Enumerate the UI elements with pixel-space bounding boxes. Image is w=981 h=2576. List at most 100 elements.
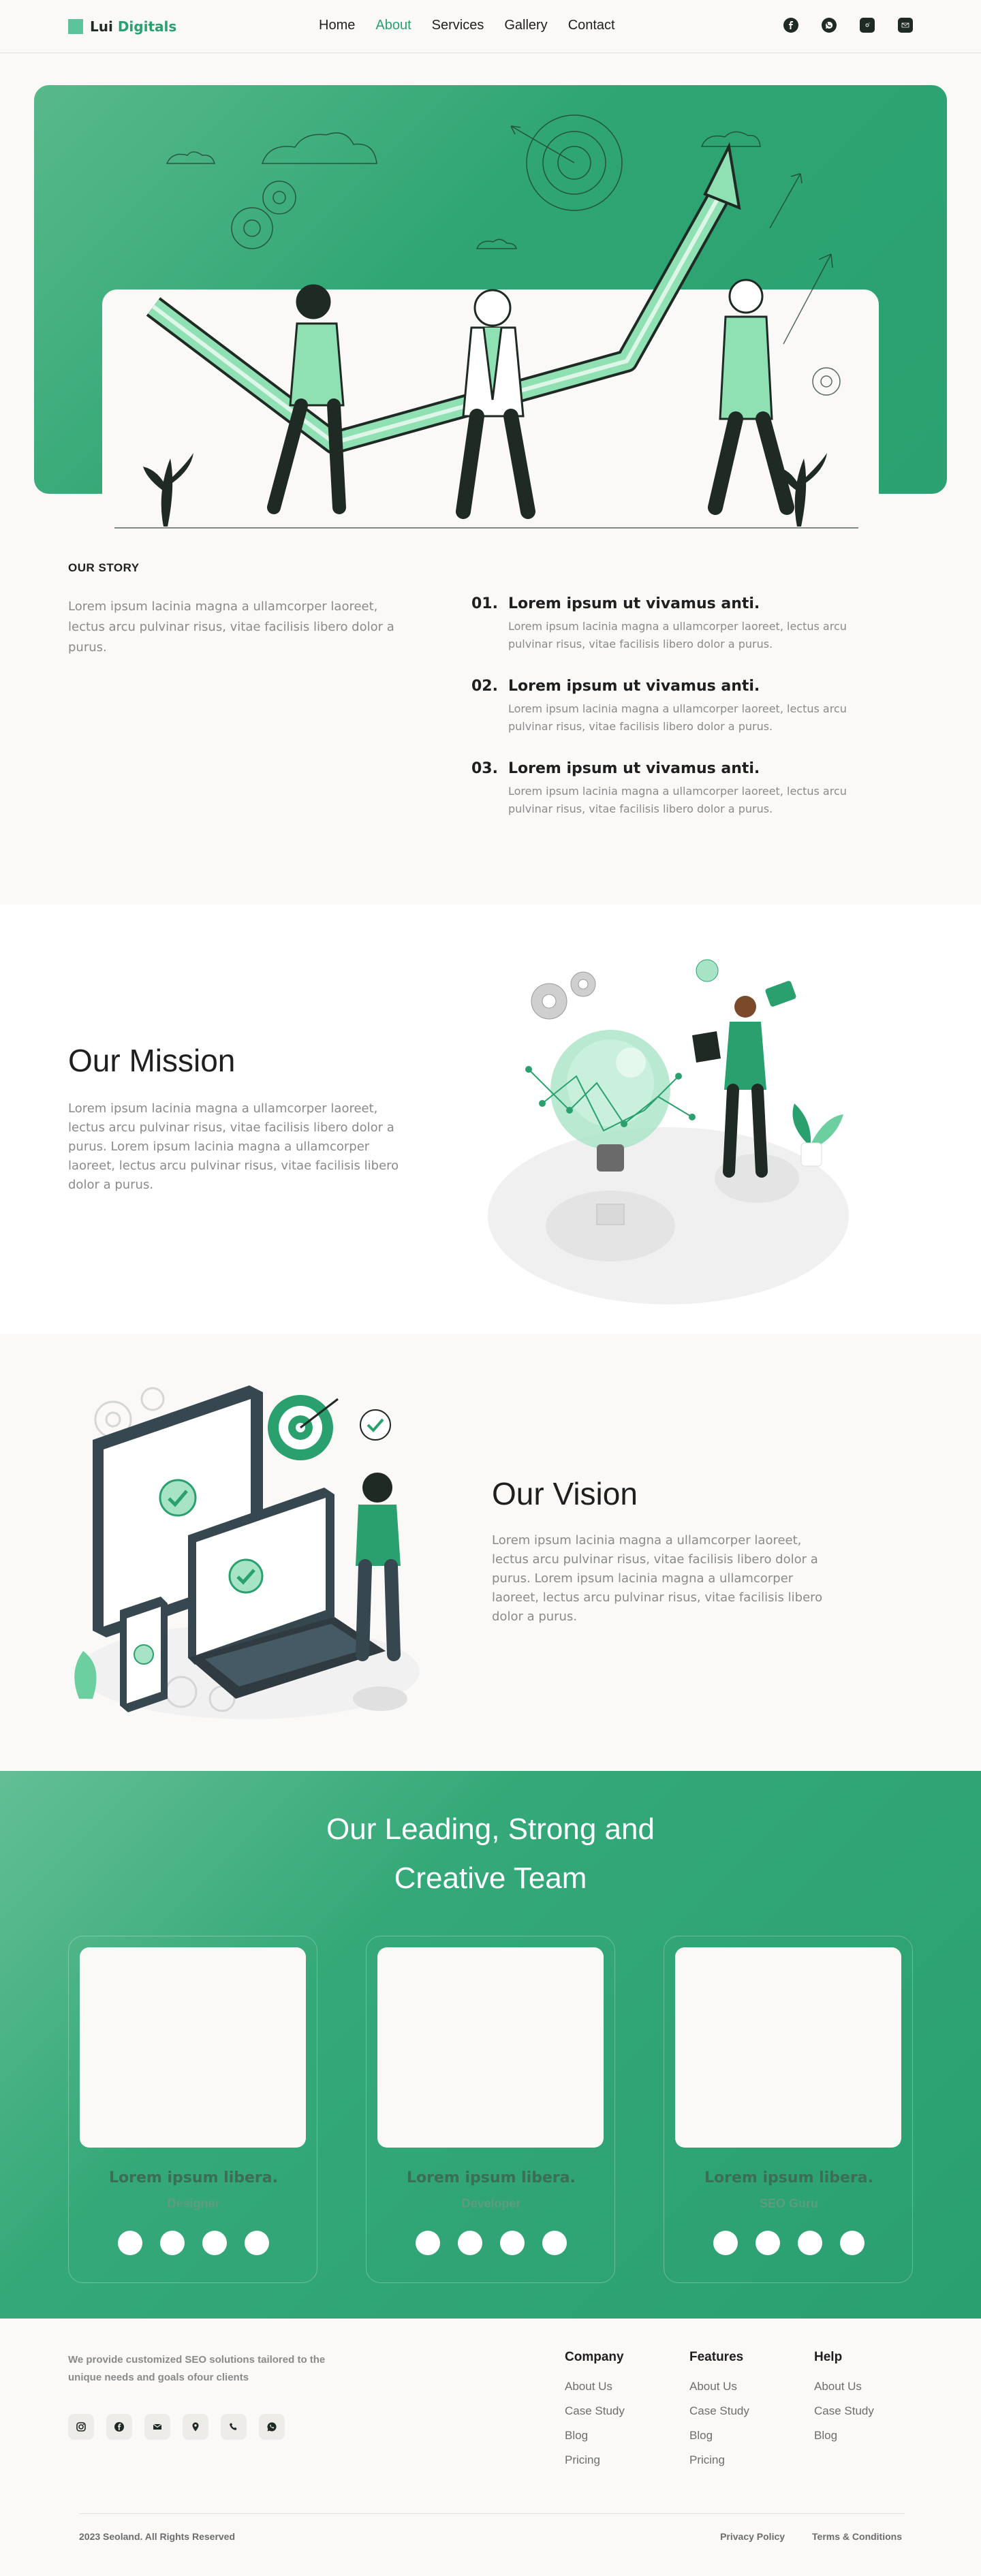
footer-copyright: 2023 Seoland. All Rights Reserved	[79, 2531, 236, 2542]
story-list: 01. Lorem ipsum ut vivamus anti. Lorem i…	[471, 595, 853, 843]
top-nav: Lui Digitals Home About Services Gallery…	[0, 0, 981, 53]
team-member-name: Lorem ipsum libera.	[704, 2169, 873, 2186]
story-item: 02. Lorem ipsum ut vivamus anti. Lorem i…	[471, 678, 853, 736]
footer-link[interactable]: Blog	[689, 2429, 749, 2443]
footer-divider	[79, 2513, 905, 2514]
devices-checkmark-illustration	[74, 1385, 420, 1719]
team-member-role: Developer	[461, 2197, 521, 2210]
story-item-body: Lorem ipsum lacinia magna a ullamcorper …	[508, 785, 847, 815]
story-item-title: Lorem ipsum ut vivamus anti.	[508, 678, 760, 695]
footer-link[interactable]: Case Study	[689, 2404, 749, 2418]
facebook-icon[interactable]	[783, 18, 798, 33]
mission-section: Our Mission Lorem ipsum lacinia magna a …	[0, 905, 981, 1334]
vision-section: Our Vision Lorem ipsum lacinia magna a u…	[0, 1334, 981, 1771]
footer-tagline: We provide customized SEO solutions tail…	[68, 2354, 326, 2383]
team-member-social	[118, 2231, 269, 2255]
mission-text: Lorem ipsum lacinia magna a ullamcorper …	[68, 1101, 399, 1192]
story-item-title: Lorem ipsum ut vivamus anti.	[508, 760, 760, 777]
footer-legal-links: Privacy Policy Terms & Conditions	[720, 2531, 902, 2542]
social-circle-icon[interactable]	[245, 2231, 269, 2255]
story-intro-text: Lorem ipsum lacinia magna a ullamcorper …	[68, 599, 394, 655]
team-section: Our Leading, Strong and Creative Team Lor…	[0, 1771, 981, 2319]
footer-column-help: Help About Us Case Study Blog	[814, 2350, 874, 2453]
team-member-name: Lorem ipsum libera.	[109, 2169, 278, 2186]
social-circle-icon[interactable]	[202, 2231, 227, 2255]
footer-link[interactable]: Blog	[814, 2429, 874, 2443]
story-item: 01. Lorem ipsum ut vivamus anti. Lorem i…	[471, 595, 853, 653]
team-member-name: Lorem ipsum libera.	[407, 2169, 576, 2186]
mission-title: Our Mission	[68, 1043, 236, 1078]
instagram-icon[interactable]	[68, 2414, 94, 2440]
footer-link[interactable]: Pricing	[565, 2453, 625, 2467]
logo-text-suffix: Digitals	[117, 18, 177, 35]
social-circle-icon[interactable]	[542, 2231, 567, 2255]
story-item: 03. Lorem ipsum ut vivamus anti. Lorem i…	[471, 760, 853, 818]
social-circle-icon[interactable]	[160, 2231, 185, 2255]
story-item-body: Lorem ipsum lacinia magna a ullamcorper …	[508, 620, 847, 650]
footer-column-features: Features About Us Case Study Blog Pricin…	[689, 2350, 749, 2478]
footer-column-title: Company	[565, 2350, 624, 2364]
team-card: Lorem ipsum libera. SEO Guru	[664, 1936, 913, 2283]
team-card: Lorem ipsum libera. Developer	[366, 1936, 615, 2283]
nav-social-icons	[783, 18, 913, 33]
nav-link-gallery[interactable]: Gallery	[504, 18, 547, 33]
social-circle-icon[interactable]	[118, 2231, 142, 2255]
footer-link[interactable]: About Us	[565, 2380, 625, 2393]
vision-title: Our Vision	[492, 1476, 638, 1511]
social-circle-icon[interactable]	[500, 2231, 525, 2255]
privacy-policy-link[interactable]: Privacy Policy	[720, 2531, 785, 2542]
nav-link-services[interactable]: Services	[432, 18, 484, 33]
social-circle-icon[interactable]	[756, 2231, 780, 2255]
mail-icon[interactable]	[144, 2414, 170, 2440]
team-card: Lorem ipsum libera. Designer	[68, 1936, 317, 2283]
footer-column-title: Help	[814, 2350, 843, 2364]
lightbulb-idea-illustration	[488, 959, 849, 1304]
social-circle-icon[interactable]	[798, 2231, 822, 2255]
nav-link-contact[interactable]: Contact	[568, 18, 615, 33]
footer-link[interactable]: About Us	[689, 2380, 749, 2393]
footer-social-icons	[68, 2414, 285, 2440]
mail-icon[interactable]	[898, 18, 913, 33]
team-member-social	[416, 2231, 567, 2255]
footer-link[interactable]: Case Study	[814, 2404, 874, 2418]
footer-link[interactable]: Case Study	[565, 2404, 625, 2418]
footer-column-company: Company About Us Case Study Blog Pricing	[565, 2350, 625, 2478]
team-member-photo	[377, 1947, 604, 2148]
story-item-body: Lorem ipsum lacinia magna a ullamcorper …	[508, 702, 847, 733]
instagram-icon[interactable]	[860, 18, 875, 33]
footer-link[interactable]: Pricing	[689, 2453, 749, 2467]
logo[interactable]: Lui Digitals	[68, 18, 176, 35]
facebook-icon[interactable]	[106, 2414, 132, 2440]
social-circle-icon[interactable]	[840, 2231, 865, 2255]
story-eyebrow: OUR STORY	[68, 561, 140, 574]
nav-link-home[interactable]: Home	[319, 18, 355, 33]
nav-links: Home About Services Gallery Contact	[319, 18, 615, 33]
hero-illustration	[34, 85, 947, 529]
terms-conditions-link[interactable]: Terms & Conditions	[812, 2531, 902, 2542]
location-icon[interactable]	[183, 2414, 208, 2440]
footer-link[interactable]: Blog	[565, 2429, 625, 2443]
team-lifting-arrow-illustration	[114, 114, 858, 529]
team-title-line2: Creative Team	[394, 1862, 587, 1895]
whatsapp-icon[interactable]	[259, 2414, 285, 2440]
phone-icon[interactable]	[221, 2414, 247, 2440]
team-member-role: Designer	[167, 2197, 220, 2210]
team-title: Our Leading, Strong and Creative Team	[0, 1805, 981, 1903]
social-circle-icon[interactable]	[458, 2231, 482, 2255]
footer-column-title: Features	[689, 2350, 744, 2364]
story-item-number: 02.	[471, 678, 498, 695]
story-item-number: 01.	[471, 595, 498, 612]
vision-text: Lorem ipsum lacinia magna a ullamcorper …	[492, 1533, 823, 1624]
whatsapp-icon[interactable]	[822, 18, 837, 33]
footer-link[interactable]: About Us	[814, 2380, 874, 2393]
team-member-social	[713, 2231, 865, 2255]
team-member-photo	[80, 1947, 306, 2148]
social-circle-icon[interactable]	[416, 2231, 440, 2255]
nav-link-about[interactable]: About	[375, 18, 411, 33]
social-circle-icon[interactable]	[713, 2231, 738, 2255]
team-title-line1: Our Leading, Strong and	[326, 1812, 655, 1846]
story-item-title: Lorem ipsum ut vivamus anti.	[508, 595, 760, 612]
footer: We provide customized SEO solutions tail…	[0, 2319, 981, 2576]
logo-mark-icon	[68, 19, 83, 34]
logo-text-prefix: Lui	[90, 18, 118, 35]
